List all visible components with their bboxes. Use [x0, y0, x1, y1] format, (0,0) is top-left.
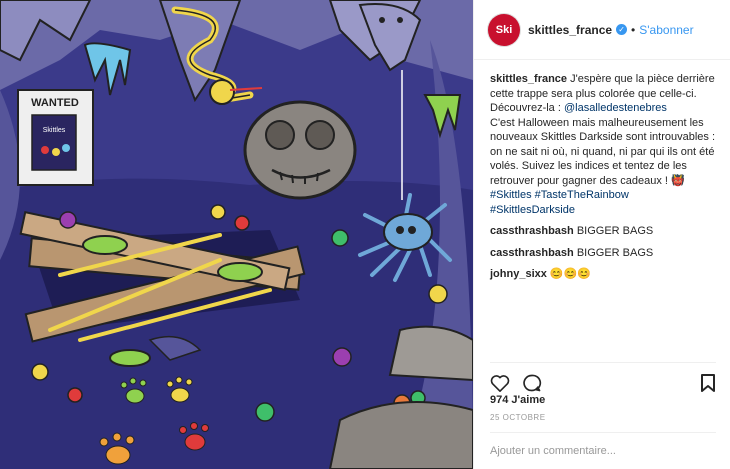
likes-count[interactable]: 974 J'aime: [490, 394, 545, 406]
caption-mention-link[interactable]: @lasalledestenebres: [564, 102, 667, 114]
post-image[interactable]: WANTED Skittles: [0, 0, 473, 469]
comment-username[interactable]: johny_sixx: [490, 268, 547, 280]
comment: cassthrashbash BIGGER BAGS: [490, 224, 716, 239]
add-comment-bar: [490, 432, 716, 469]
post-header: Ski skittles_france ✓ • S'abonner: [474, 0, 730, 60]
avatar-text: Ski: [495, 23, 513, 36]
comment: johny_sixx 😊😊😊: [490, 267, 716, 282]
comment: cassthrashbash BIGGER BAGS: [490, 246, 716, 261]
caption-line3: C'est Halloween mais malheureusement les…: [490, 116, 716, 187]
comment-text: BIGGER BAGS: [576, 246, 654, 259]
comment-text: BIGGER BAGS: [576, 225, 654, 237]
wanted-poster: WANTED Skittles: [17, 89, 94, 186]
wanted-title: WANTED: [31, 97, 79, 109]
caption-hashtags[interactable]: #Skittles #TasteTheRainbow #SkittlesDark…: [490, 189, 629, 216]
caption-username[interactable]: skittles_france: [490, 73, 567, 85]
header-username[interactable]: skittles_france: [528, 23, 612, 37]
heart-icon[interactable]: [490, 374, 510, 392]
comment-bubble-icon[interactable]: [522, 373, 542, 393]
post-date: 25 OCTOBRE: [490, 413, 546, 422]
bookmark-icon[interactable]: [700, 373, 716, 393]
avatar[interactable]: Ski: [488, 13, 520, 46]
header-separator: •: [631, 22, 636, 37]
verified-badge-icon: ✓: [616, 24, 628, 35]
comment-input[interactable]: [490, 445, 716, 457]
post-actions: [490, 362, 716, 397]
comment-username[interactable]: cassthrashbash: [490, 225, 574, 237]
caption: skittles_france J'espère que la pièce de…: [490, 72, 716, 217]
caption-line2-prefix: Découvrez-la :: [490, 102, 561, 114]
comment-text: 😊😊😊: [549, 268, 592, 280]
instagram-post: WANTED Skittles Ski skittles_france ✓ • …: [0, 0, 730, 469]
follow-button[interactable]: S'abonner: [639, 23, 693, 37]
comments-section: skittles_france J'espère que la pièce de…: [474, 60, 730, 282]
post-side-panel: Ski skittles_france ✓ • S'abonner skittl…: [473, 0, 730, 469]
comment-username[interactable]: cassthrashbash: [490, 247, 574, 259]
pack-brand-label: Skittles: [43, 127, 66, 134]
halloween-cave-illustration: WANTED Skittles: [0, 0, 473, 469]
